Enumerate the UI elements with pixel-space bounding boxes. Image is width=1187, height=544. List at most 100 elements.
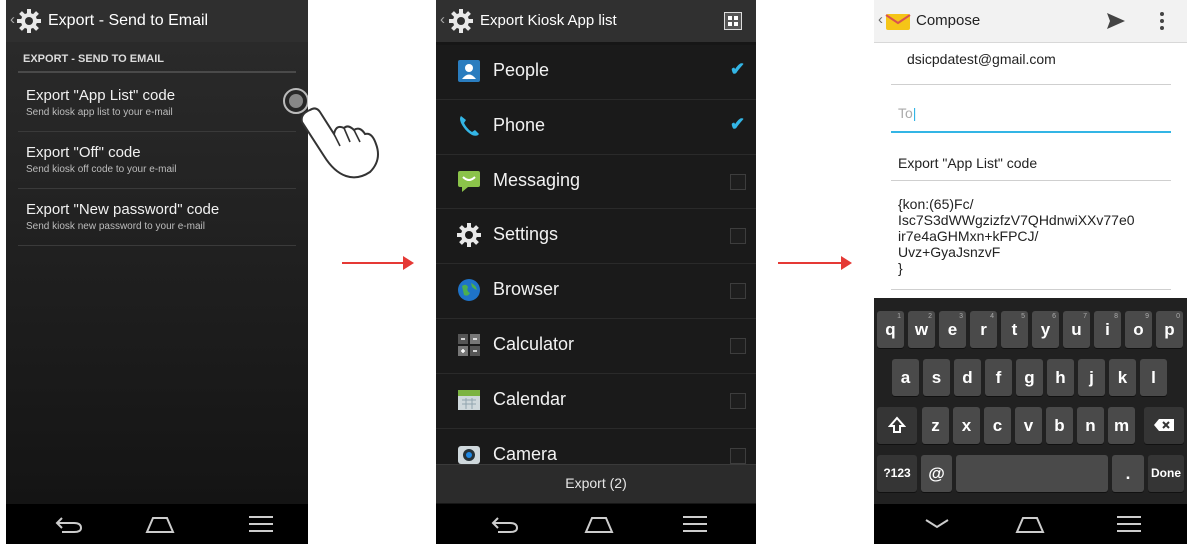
back-nav-icon[interactable]	[490, 514, 520, 534]
done-key[interactable]: Done	[1148, 455, 1184, 492]
recents-nav-icon[interactable]	[682, 514, 708, 534]
home-nav-icon[interactable]	[1014, 514, 1046, 534]
recents-nav-icon[interactable]	[1116, 514, 1142, 534]
app-checkbox[interactable]: ✔	[730, 114, 746, 134]
letter-key[interactable]: a	[892, 359, 919, 396]
from-account[interactable]: dsicpdatest@gmail.com	[907, 51, 1171, 67]
letter-key[interactable]: k	[1109, 359, 1136, 396]
letter-key[interactable]: p0	[1156, 311, 1183, 348]
letter-key[interactable]: g	[1016, 359, 1043, 396]
key-label: r	[980, 320, 987, 339]
app-checkbox[interactable]	[730, 392, 746, 409]
key-label: h	[1055, 368, 1066, 387]
letter-key[interactable]: d	[954, 359, 981, 396]
key-label: j	[1089, 368, 1094, 387]
key-label: t	[1011, 320, 1018, 339]
app-row-browser[interactable]: Browser	[436, 264, 756, 319]
key-label: u	[1071, 320, 1082, 339]
letter-key[interactable]: l	[1140, 359, 1167, 396]
space-key[interactable]	[956, 455, 1108, 492]
app-row-messaging[interactable]: Messaging	[436, 154, 756, 210]
app-checkbox[interactable]	[730, 447, 746, 464]
home-nav-icon[interactable]	[144, 514, 176, 534]
recents-nav-icon[interactable]	[248, 514, 274, 534]
app-checkbox[interactable]: ✔	[730, 59, 746, 79]
send-icon[interactable]	[1106, 12, 1126, 30]
body-field[interactable]: {kon:(65)Fc/ Isc7S3dWWgzizfzV7QHdnwiXXv7…	[898, 196, 1171, 276]
at-key[interactable]: @	[921, 455, 952, 492]
letter-key[interactable]: v	[1015, 407, 1042, 444]
hide-keyboard-icon[interactable]	[922, 514, 952, 534]
back-nav-icon[interactable]	[54, 514, 84, 534]
letter-key[interactable]: x	[953, 407, 980, 444]
letter-key[interactable]: c	[984, 407, 1011, 444]
letter-key[interactable]: y6	[1032, 311, 1059, 348]
key-number-hint: 1	[897, 313, 901, 320]
app-checkbox[interactable]	[730, 283, 746, 300]
key-label: p	[1164, 320, 1175, 339]
export-button[interactable]: Export (2)	[436, 464, 756, 503]
symbols-key[interactable]: ?123	[877, 455, 917, 492]
app-row-calendar[interactable]: Calendar	[436, 373, 756, 429]
letter-key[interactable]: b	[1046, 407, 1073, 444]
overflow-menu-icon[interactable]	[1159, 11, 1165, 31]
letter-key[interactable]: u7	[1063, 311, 1090, 348]
soft-keyboard: ?123 @ . Done q1w2e3r4t5y6u7i8o9p0asdfgh…	[874, 298, 1187, 504]
menu-item-export-off[interactable]: Export "Off" code Send kiosk off code to…	[18, 132, 296, 189]
key-label: v	[1023, 416, 1034, 435]
back-chevron-icon[interactable]: ‹	[440, 11, 445, 28]
app-label: Calculator	[493, 333, 575, 354]
letter-key[interactable]: s	[923, 359, 950, 396]
subject-field[interactable]: Export "App List" code	[898, 155, 1171, 171]
key-number-hint: 7	[1083, 313, 1087, 320]
menu-item-subtitle: Send kiosk off code to your e-mail	[26, 164, 177, 175]
app-checkbox[interactable]	[730, 173, 746, 190]
settings-gear-icon[interactable]	[448, 8, 474, 34]
app-row-settings[interactable]: Settings	[436, 209, 756, 265]
app-checkbox[interactable]	[730, 337, 746, 354]
key-label: n	[1085, 416, 1096, 435]
key-label: z	[931, 416, 940, 435]
menu-item-export-app-list[interactable]: Export "App List" code Send kiosk app li…	[18, 75, 296, 132]
back-chevron-icon[interactable]: ‹	[878, 11, 883, 28]
letter-key[interactable]: r4	[970, 311, 997, 348]
settings-icon	[456, 222, 482, 248]
letter-key[interactable]: i8	[1094, 311, 1121, 348]
app-label: People	[493, 60, 550, 80]
shift-key[interactable]	[877, 407, 917, 444]
letter-key[interactable]: o9	[1125, 311, 1152, 348]
key-label: d	[962, 368, 973, 387]
letter-key[interactable]: f	[985, 359, 1012, 396]
action-bar: ‹ Compose	[874, 0, 1187, 43]
key-label: a	[900, 368, 911, 387]
period-key[interactable]: .	[1112, 455, 1144, 492]
app-list: People ✔ Phone ✔ Messaging Settings Browser Cal…	[436, 45, 756, 484]
app-row-calculator[interactable]: Calculator	[436, 318, 756, 374]
to-placeholder: To	[898, 105, 913, 121]
letter-key[interactable]: e3	[939, 311, 966, 348]
body-line: Isc7S3dWWgzizfzV7QHdnwiXXv77e0	[898, 212, 1135, 228]
menu-item-export-new-password[interactable]: Export "New password" code Send kiosk ne…	[18, 189, 296, 246]
letter-key[interactable]: n	[1077, 407, 1104, 444]
settings-gear-icon[interactable]	[16, 8, 42, 34]
letter-key[interactable]: w2	[908, 311, 935, 348]
back-chevron-icon[interactable]: ‹	[10, 11, 15, 28]
app-checkbox[interactable]	[730, 228, 746, 245]
grid-view-icon[interactable]	[724, 12, 742, 30]
phone-screen-app-list: ‹ Export Kiosk App list People ✔ Phone ✔ Mes…	[436, 0, 756, 544]
letter-key[interactable]: t5	[1001, 311, 1028, 348]
phone-screen-compose: ‹ Compose dsicpdatest@gmail.com To| Expo…	[874, 0, 1187, 544]
letter-key[interactable]: j	[1078, 359, 1105, 396]
to-field[interactable]: To|	[898, 105, 1171, 121]
home-nav-icon[interactable]	[583, 514, 615, 534]
key-number-hint: 4	[990, 313, 994, 320]
browser-icon	[456, 277, 482, 303]
key-label: y	[1040, 320, 1051, 339]
backspace-key[interactable]	[1144, 407, 1184, 444]
app-row-people[interactable]: People ✔	[436, 45, 756, 100]
letter-key[interactable]: h	[1047, 359, 1074, 396]
letter-key[interactable]: m	[1108, 407, 1135, 444]
letter-key[interactable]: z	[922, 407, 949, 444]
app-row-phone[interactable]: Phone ✔	[436, 99, 756, 155]
letter-key[interactable]: q1	[877, 311, 904, 348]
